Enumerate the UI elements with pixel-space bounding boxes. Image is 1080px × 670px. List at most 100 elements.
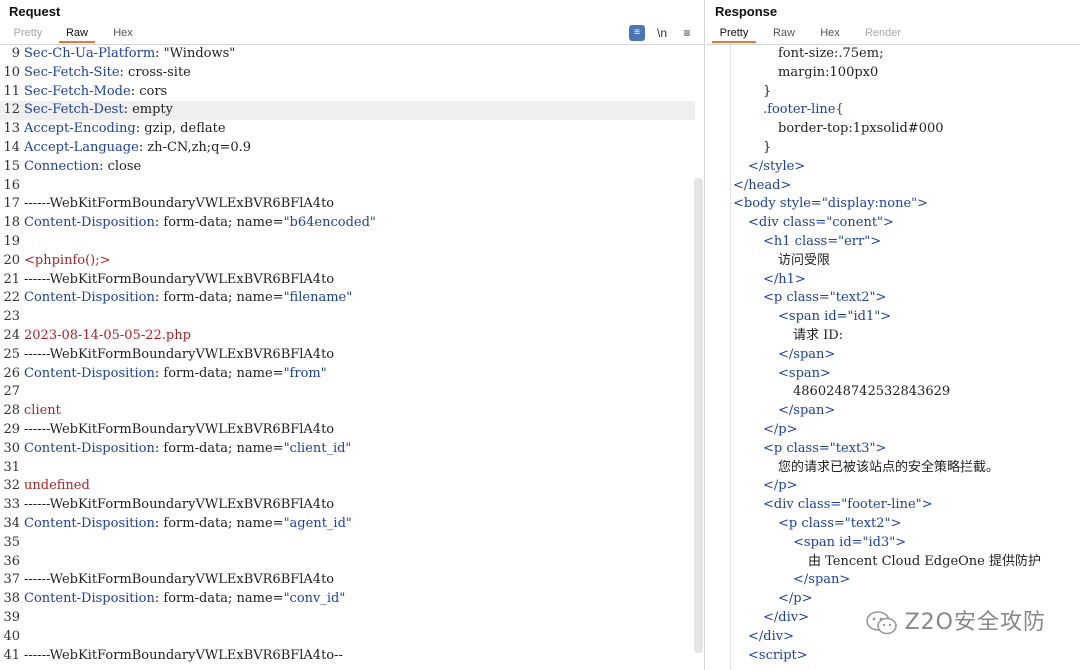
request-scrollbar[interactable] [694,178,703,653]
response-line[interactable]: 您的请求已被该站点的安全策略拦截。 [706,459,1080,478]
header-value: "Windows" [159,46,236,61]
request-line[interactable]: 41 ------WebKitFormBoundaryVWLExBVR6BFlA4… [0,647,704,666]
response-line[interactable]: border-top:1pxsolid#000 [706,120,1080,139]
response-line[interactable]: <p class="text3"> [706,440,1080,459]
response-line[interactable]: font-size:.75em; [706,45,1080,64]
response-line[interactable]: </span> [706,571,1080,590]
request-line[interactable]: 13 Accept-Encoding: gzip, deflate [0,120,704,139]
request-line[interactable]: 11 Sec-Fetch-Mode: cors [0,83,704,102]
text-content: margin:100px0 [778,64,879,80]
response-line[interactable]: <div class="conent"> [706,214,1080,233]
response-line[interactable]: </p> [706,421,1080,440]
response-line[interactable]: </h1> [706,271,1080,290]
menu-icon[interactable]: ≡ [680,25,694,41]
request-editor[interactable]: 9 Sec-Ch-Ua-Platform: "Windows" 10 Sec-Fetc… [0,45,704,665]
html-attr-value: "err" [838,233,871,249]
request-line[interactable]: 30 Content-Disposition: form-data; name="… [0,440,704,459]
field-name: "conv_id" [283,591,346,607]
response-line[interactable]: <script> [706,647,1080,666]
request-line[interactable]: 34 Content-Disposition: form-data; name="… [0,515,704,534]
response-line[interactable]: <body style="display:none"> [706,195,1080,214]
request-line[interactable]: 18 Content-Disposition: form-data; name="… [0,214,704,233]
response-line[interactable]: margin:100px0 [706,64,1080,83]
response-line[interactable]: 4860248742532843629 [706,383,1080,402]
tab-pretty[interactable]: Pretty [12,22,44,43]
html-tag: <h1 [763,233,795,249]
request-line[interactable]: 31 [0,459,704,478]
request-line[interactable]: 29 ------WebKitFormBoundaryVWLExBVR6BFlA4… [0,421,704,440]
request-line[interactable]: 16 [0,177,704,196]
request-line[interactable]: 32 undefined [0,477,704,496]
field-name: "client_id" [283,440,352,456]
request-line[interactable]: 38 Content-Disposition: form-data; name="… [0,590,704,609]
request-line[interactable]: 19 [0,233,704,252]
response-viewer[interactable]: font-size:.75em; margin:100px0} .footer-li… [706,45,1080,665]
response-line[interactable]: 由 Tencent Cloud EdgeOne 提供防护 [706,553,1080,572]
response-line[interactable]: <div class="footer-line"> [706,496,1080,515]
response-line[interactable]: <span id="id3"> [706,534,1080,553]
line-number: 9 [11,46,20,61]
request-line[interactable]: 21 ------WebKitFormBoundaryVWLExBVR6BFlA4… [0,271,704,290]
request-line[interactable]: 24 2023-08-14-05-05-22.php [0,327,704,346]
response-line[interactable]: </head> [706,177,1080,196]
wrap-lines-icon[interactable]: ≡ [629,25,645,41]
response-line[interactable]: </style> [706,158,1080,177]
request-line[interactable]: 10 Sec-Fetch-Site: cross-site [0,64,704,83]
request-line[interactable]: 25 ------WebKitFormBoundaryVWLExBVR6BFlA4… [0,346,704,365]
response-line[interactable]: <p class="text2"> [706,515,1080,534]
response-line[interactable]: 访问受限 [706,252,1080,271]
html-tag: <div [763,497,798,513]
request-line[interactable]: 23 [0,308,704,327]
tab-render[interactable]: Render [861,22,905,43]
request-tabs: Pretty Raw Hex ≡ \n ≡ [0,22,704,45]
text-content: 您的请求已被该站点的安全策略拦截。 [778,459,1000,475]
request-line[interactable]: 27 [0,383,704,402]
request-line[interactable]: 22 Content-Disposition: form-data; name="… [0,289,704,308]
request-line[interactable]: 28 client [0,402,704,421]
response-panel: Response Pretty Raw Hex Render font-size… [706,0,1080,670]
request-line[interactable]: 33 ------WebKitFormBoundaryVWLExBVR6BFlA4… [0,496,704,515]
response-line[interactable]: </span> [706,402,1080,421]
response-line[interactable]: 请求 ID: [706,327,1080,346]
response-line[interactable]: <span> [706,365,1080,384]
request-line[interactable]: 20 <phpinfo();> [0,252,704,271]
tab-pretty[interactable]: Pretty [712,22,756,43]
tab-raw[interactable]: Raw [59,22,95,43]
html-tag-close: > [870,233,882,249]
body-text: ------WebKitFormBoundaryVWLExBVR6BFlA4to [24,271,335,287]
request-line[interactable]: 26 Content-Disposition: form-data; name="… [0,365,704,384]
response-line[interactable]: </span> [706,346,1080,365]
request-line[interactable]: 39 [0,609,704,628]
response-line[interactable]: <h1 class="err"> [706,233,1080,252]
response-line[interactable]: } [706,83,1080,102]
request-line[interactable]: 15 Connection: close [0,158,704,177]
request-line[interactable]: 35 [0,534,704,553]
response-line[interactable]: } [706,139,1080,158]
tab-raw[interactable]: Raw [770,22,798,43]
request-line[interactable]: 37 ------WebKitFormBoundaryVWLExBVR6BFlA4… [0,571,704,590]
line-number: 29 [3,421,20,437]
text-content: 请求 ID: [793,327,844,343]
html-attr: class= [797,497,842,513]
request-line[interactable]: 17 ------WebKitFormBoundaryVWLExBVR6BFlA4… [0,195,704,214]
request-line[interactable]: 14 Accept-Language: zh-CN,zh;q=0.9 [0,139,704,158]
response-line[interactable]: .footer-line{ [706,101,1080,120]
line-number: 15 [3,158,20,174]
response-line[interactable]: <p class="text2"> [706,289,1080,308]
html-tag-close: > [917,196,929,212]
text-content: 访问受限 [778,252,831,268]
newline-toggle-icon[interactable]: \n [653,25,671,41]
request-line[interactable]: 40 [0,628,704,647]
html-attr-value: "id3" [862,534,896,550]
text-content: 4860248742532843629 [793,384,951,400]
request-line[interactable]: 12 Sec-Fetch-Dest: empty [0,101,695,121]
tab-hex[interactable]: Hex [110,22,136,43]
response-line[interactable]: </p> [706,477,1080,496]
html-tag: <p [763,290,787,306]
response-line[interactable]: <span id="id1"> [706,308,1080,327]
html-tag: </p> [778,591,813,607]
tab-hex[interactable]: Hex [816,22,844,43]
request-line[interactable]: 36 [0,553,704,572]
request-line[interactable]: 9 Sec-Ch-Ua-Platform: "Windows" [0,45,704,64]
line-number: 39 [3,609,20,625]
